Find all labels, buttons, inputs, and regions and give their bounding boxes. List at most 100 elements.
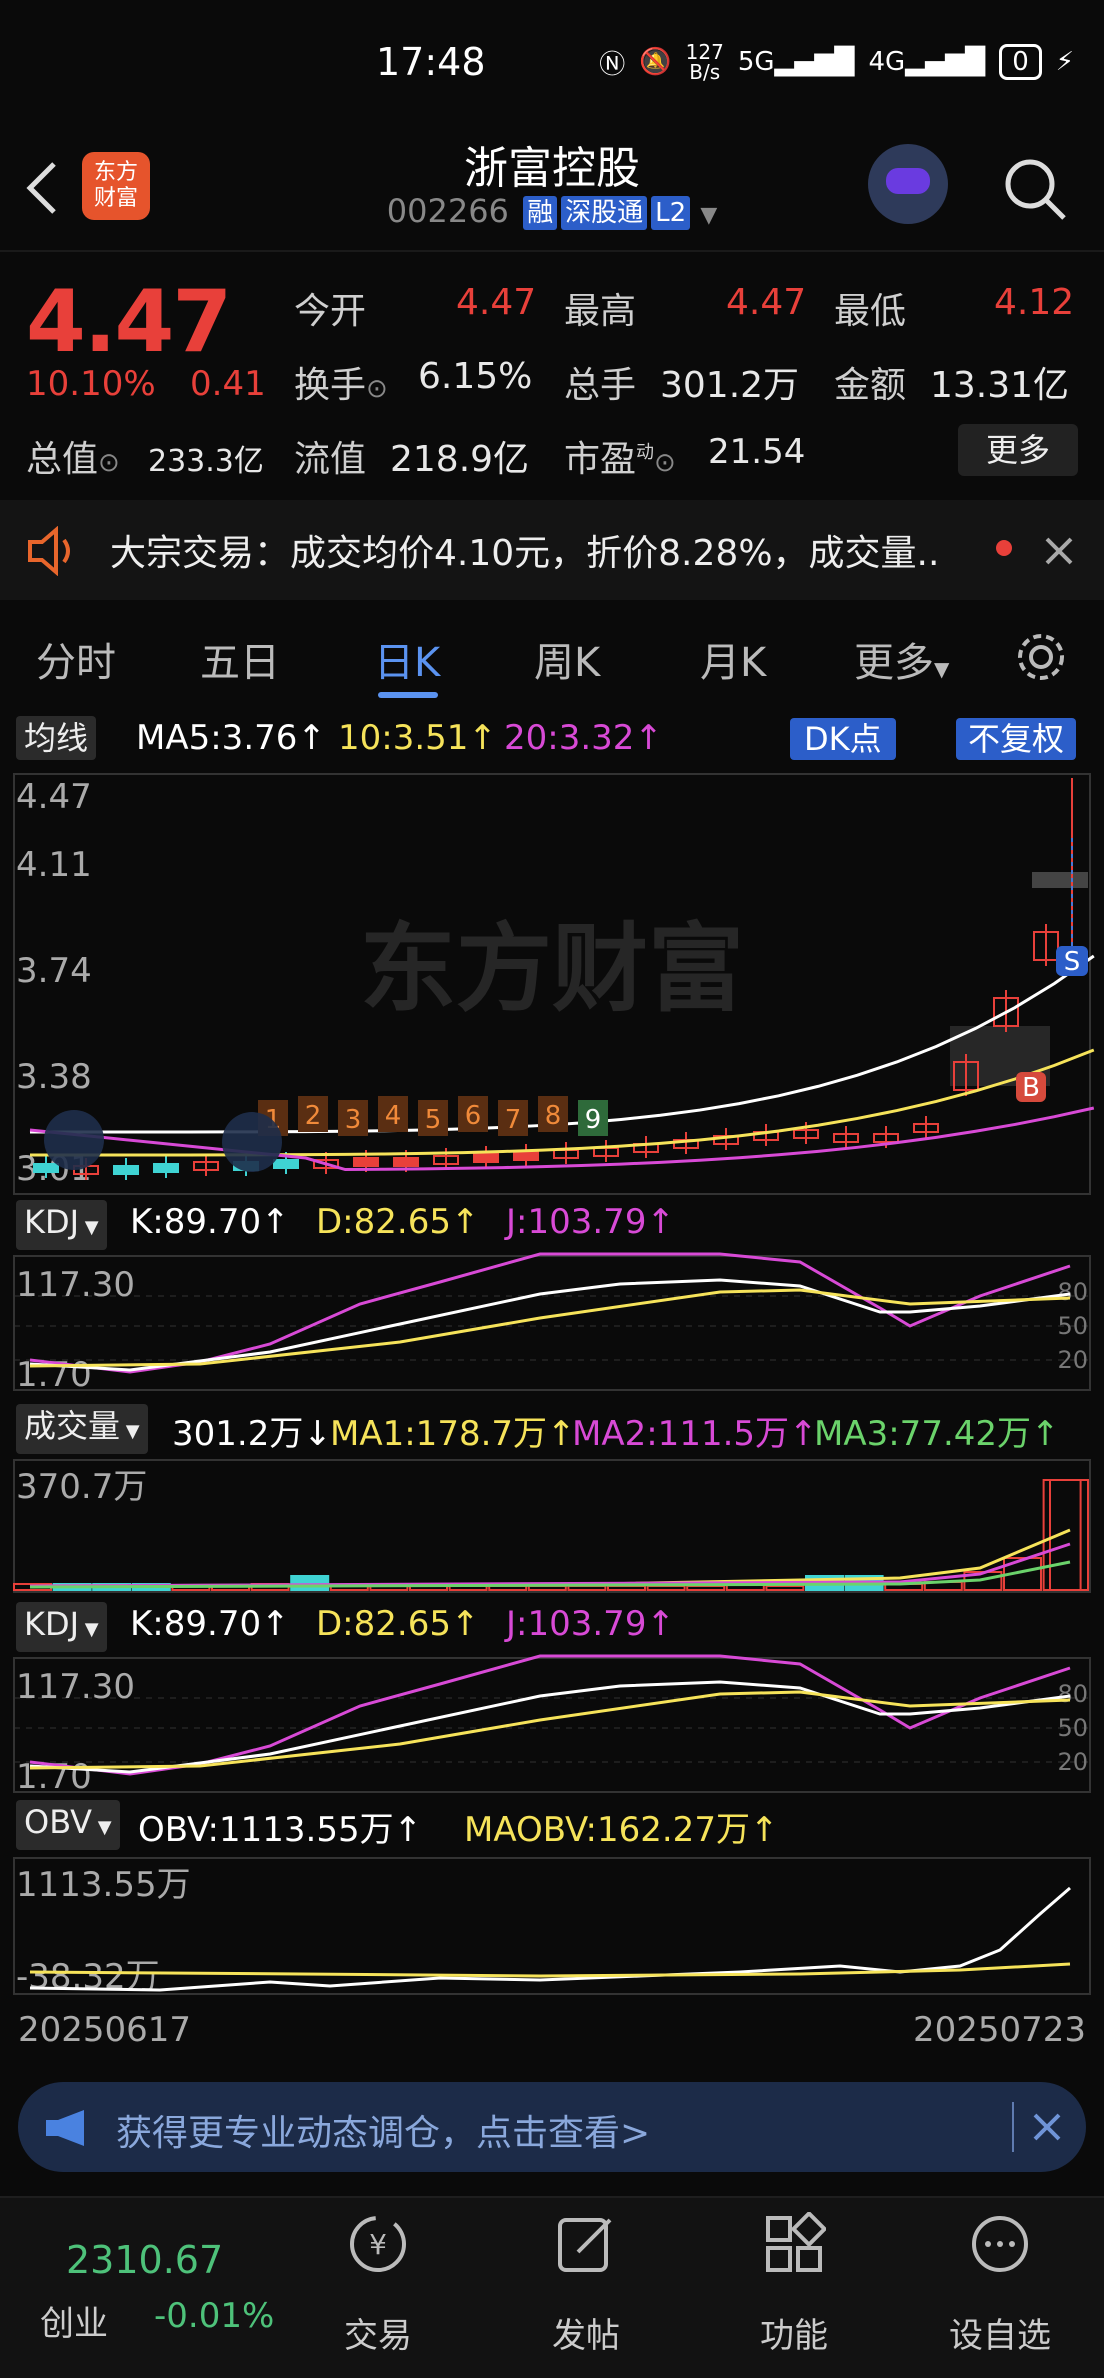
kdj-selector-2[interactable]: KDJ ▼ (16, 1602, 107, 1652)
chevron-down-icon: ▼ (700, 203, 718, 228)
svg-text:S: S (1064, 947, 1081, 977)
volume-bar (290, 1575, 330, 1591)
volume-value: 301.2万↓ (172, 1414, 332, 1454)
change-amt: 0.41 (190, 364, 266, 404)
search-icon[interactable] (1002, 156, 1068, 222)
obv-header: OBV ▼ OBV:1113.55万↑ MAOBV:162.27万↑ (16, 1800, 1096, 1850)
close-icon[interactable] (1044, 536, 1074, 566)
nine-count-number: 4 (385, 1101, 402, 1131)
kdj-chart-2[interactable]: 117.30 1.70 80 50 20 (0, 1654, 1104, 1796)
nav-post[interactable]: 发帖 (516, 2308, 656, 2357)
tab-monthly-k[interactable]: 月K (700, 630, 766, 688)
info-icon: ⊙ (654, 448, 676, 478)
net-speed: 127 B/s (685, 40, 724, 84)
kline-chart[interactable]: 东方财富 4.47 4.11 3.74 3.38 3.01 123456789 … (0, 770, 1104, 1200)
turnover-label: 换手⊙ (294, 365, 388, 406)
kdj-j: J:103.79↑ (506, 1202, 675, 1242)
low-label: 最低 (834, 291, 907, 332)
banner-text: 获得更专业动态调仓，点击查看> (116, 2113, 651, 2154)
tag-connect: 深股通 (561, 196, 648, 230)
obv-value: OBV:1113.55万↑ (138, 1810, 423, 1850)
nfc-icon: Ⓝ (599, 49, 626, 80)
price-tick: 4.47 (16, 777, 92, 817)
block-trade-notice[interactable]: 大宗交易：成交均价4.10元，折价8.28%，成交量.. (0, 500, 1104, 600)
charging-icon: ⚡ (1055, 47, 1074, 77)
dk-zone (1032, 872, 1088, 888)
caret-down-icon: ▼ (92, 1817, 112, 1838)
fullscreen-icon[interactable] (222, 1112, 282, 1172)
divider (1012, 2102, 1014, 2152)
svg-text:1113.55万: 1113.55万 (16, 1865, 191, 1905)
candle-body (353, 1157, 379, 1167)
dk-point-button[interactable]: DK点 (790, 718, 896, 760)
adjust-button[interactable]: 不复权 (956, 718, 1077, 760)
nine-count-number: 2 (305, 1101, 322, 1131)
tab-more[interactable]: 更多▼ (854, 630, 949, 688)
signal-4g-icon: 4G▂▄▆█ (868, 47, 986, 77)
volume-selector[interactable]: 成交量 ▼ (16, 1404, 148, 1454)
candle-body (33, 1163, 59, 1173)
kdj-lines-2 (29, 1654, 1071, 1776)
svg-text:50: 50 (1057, 1714, 1088, 1742)
maobv-value: MAOBV:162.27万↑ (464, 1810, 779, 1850)
kdj-header-1: KDJ ▼ K:89.70↑ D:82.65↑ J:103.79↑ (16, 1200, 1096, 1250)
ma-indicator-bar: 均线 MA5:3.76↑ 10:3.51↑ 20:3.32↑ DK点 不复权 (16, 716, 1096, 766)
add-watchlist-icon[interactable] (968, 2212, 1032, 2276)
nav-add-watchlist[interactable]: 设自选 (930, 2308, 1070, 2357)
stock-header: 东方 财富 浙富控股 002266 融深股通 L2 ▼ (0, 130, 1104, 250)
close-icon[interactable] (1032, 2112, 1062, 2142)
tab-daily-k[interactable]: 日K (374, 630, 440, 688)
functions-grid-icon[interactable] (762, 2212, 826, 2276)
mktcap-label: 总值⊙ (26, 439, 120, 480)
caret-down-icon: ▼ (120, 1421, 140, 1442)
settings-gear-icon[interactable] (1014, 630, 1068, 684)
status-time: 17:48 (376, 40, 486, 84)
volume-bar (646, 1585, 686, 1591)
tab-intraday[interactable]: 分时 (36, 630, 116, 688)
open-value: 4.47 (456, 282, 537, 323)
ma-selector[interactable]: 均线 (16, 716, 97, 760)
volume-value: 301.2万 (660, 365, 800, 406)
kdj-chart-1[interactable]: 117.30 1.70 80 50 20 (0, 1252, 1104, 1394)
nine-count-number: 8 (545, 1101, 562, 1131)
high-value: 4.47 (726, 282, 807, 323)
pe-value: 21.54 (708, 432, 806, 472)
nine-turn-count: 123456789 (258, 1096, 608, 1136)
float-value: 218.9亿 (390, 439, 530, 480)
amount-label: 金额 (834, 365, 907, 406)
trade-icon[interactable]: ¥ (346, 2212, 410, 2276)
pe-label: 市盈动⊙ (564, 439, 676, 480)
kdj-d-line (29, 1690, 1071, 1770)
promo-banner[interactable]: 获得更专业动态调仓，点击查看> (18, 2082, 1086, 2172)
post-icon[interactable] (554, 2212, 618, 2276)
nav-functions[interactable]: 功能 (724, 2308, 864, 2357)
price-tick: 3.74 (16, 951, 92, 991)
svg-text:80: 80 (1057, 1680, 1088, 1708)
volume-bar (765, 1585, 805, 1591)
tab-five-day[interactable]: 五日 (200, 630, 280, 688)
kdj-selector[interactable]: KDJ ▼ (16, 1200, 107, 1250)
nav-trade[interactable]: 交易 (308, 2308, 448, 2357)
battery-level: 0 (1012, 47, 1029, 77)
index-value[interactable]: 2310.67 (66, 2238, 223, 2282)
caret-down-icon: ▼ (79, 1619, 99, 1640)
nine-count-number: 5 (425, 1105, 442, 1135)
candle-body (153, 1163, 179, 1173)
svg-text:50: 50 (1057, 1312, 1088, 1340)
float-label: 流值 (294, 439, 367, 480)
obv-selector[interactable]: OBV ▼ (16, 1800, 120, 1850)
svg-text:80: 80 (1057, 1278, 1088, 1306)
open-label: 今开 (294, 291, 367, 332)
svg-text:20: 20 (1057, 1346, 1088, 1374)
more-button[interactable]: 更多 (958, 424, 1078, 476)
kdj-d: D:82.65↑ (316, 1202, 480, 1242)
tab-weekly-k[interactable]: 周K (534, 630, 600, 688)
stock-code: 002266 (386, 192, 509, 230)
volume-chart[interactable]: 370.7万 (0, 1456, 1104, 1596)
kdj-lines (29, 1252, 1071, 1374)
candle-body (473, 1153, 499, 1163)
robot-avatar-icon[interactable] (868, 144, 948, 224)
expand-left-icon[interactable] (44, 1110, 104, 1170)
obv-chart[interactable]: 1113.55万 -38.32万 (0, 1854, 1104, 1998)
info-icon: ⊙ (98, 448, 120, 478)
